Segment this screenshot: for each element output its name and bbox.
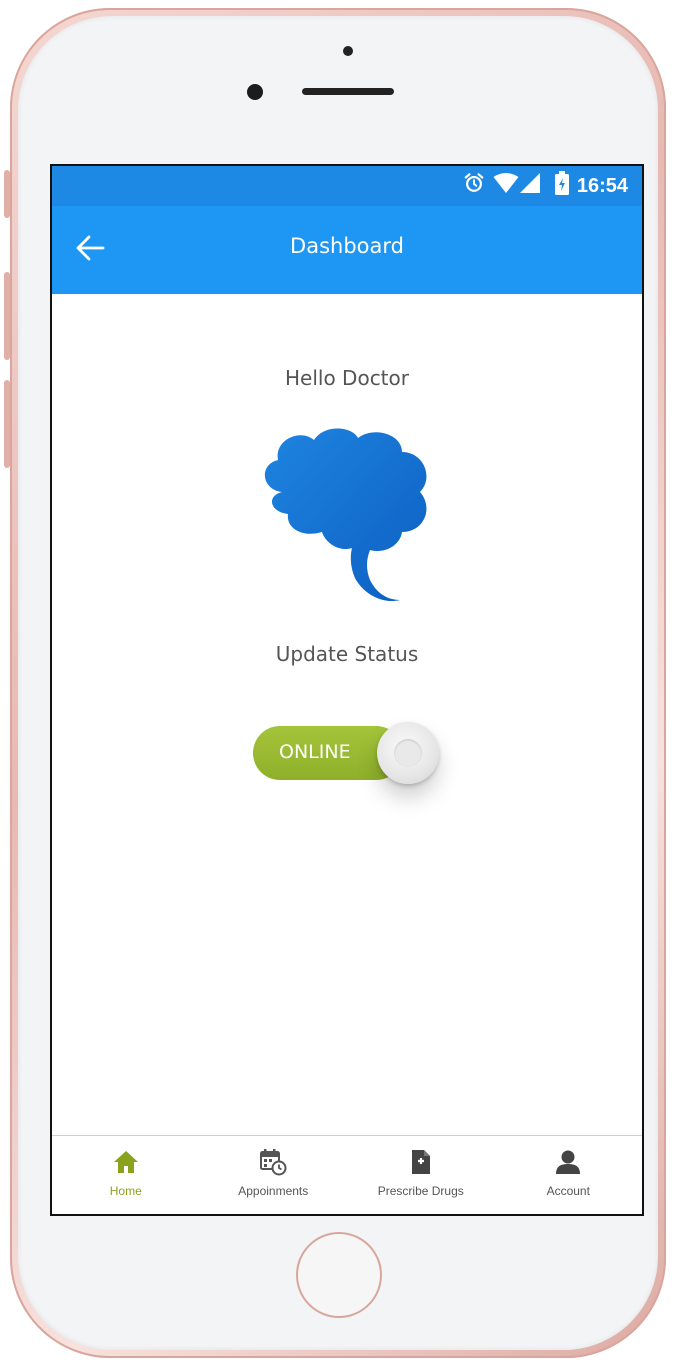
- proximity-sensor: [343, 46, 353, 56]
- signal-icon: [519, 172, 541, 200]
- greeting-text: Hello Doctor: [285, 366, 409, 390]
- phone-home-button[interactable]: [296, 1232, 382, 1318]
- status-toggle[interactable]: ONLINE: [253, 722, 439, 784]
- nav-item-home[interactable]: Home: [52, 1136, 200, 1214]
- toggle-knob[interactable]: [377, 722, 439, 784]
- nav-label-account: Account: [546, 1184, 590, 1198]
- bottom-navigation: Home Appoinments Prescribe Drugs Account: [52, 1135, 642, 1214]
- battery-icon: [554, 171, 569, 201]
- page-title: Dashboard: [290, 234, 404, 258]
- front-camera: [247, 84, 263, 100]
- update-status-label: Update Status: [275, 642, 419, 666]
- dashboard-content: Hello Doctor Update Status ONLINE: [52, 294, 642, 1138]
- nav-label-appointments: Appoinments: [238, 1184, 309, 1198]
- clock-time: 16:54: [576, 174, 628, 197]
- home-icon: [112, 1148, 140, 1176]
- earpiece-speaker: [302, 88, 394, 95]
- mute-switch: [4, 170, 10, 218]
- wifi-icon: [493, 172, 519, 200]
- volume-up-button: [4, 272, 10, 360]
- nav-label-home: Home: [109, 1184, 142, 1198]
- brain-icon: [252, 420, 442, 610]
- nav-item-prescribe-drugs[interactable]: Prescribe Drugs: [347, 1136, 495, 1214]
- status-bar: 16:54: [52, 166, 642, 206]
- volume-down-button: [4, 380, 10, 468]
- screen: 16:54 Dashboard Hello Doctor Update Stat…: [50, 164, 644, 1216]
- status-toggle-label: ONLINE: [279, 741, 351, 763]
- user-icon: [554, 1148, 582, 1176]
- nav-label-prescribe-drugs: Prescribe Drugs: [377, 1184, 464, 1198]
- app-bar: Dashboard: [52, 206, 642, 294]
- nav-item-appointments[interactable]: Appoinments: [200, 1136, 348, 1214]
- prescription-file-icon: [407, 1148, 435, 1176]
- nav-item-account[interactable]: Account: [495, 1136, 643, 1214]
- alarm-icon: [463, 172, 485, 200]
- calendar-clock-icon: [259, 1148, 287, 1176]
- toggle-knob-center: [394, 739, 422, 767]
